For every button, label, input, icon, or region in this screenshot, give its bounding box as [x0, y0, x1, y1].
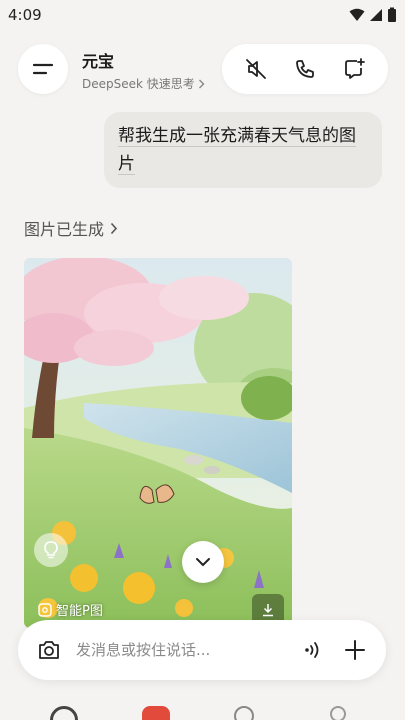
message-input[interactable] [76, 641, 296, 659]
new-chat-icon [344, 58, 365, 79]
chevron-down-icon [196, 558, 210, 567]
bottom-nav [0, 700, 405, 720]
phone-icon [296, 60, 314, 78]
message-composer [18, 620, 386, 680]
chat-header: 元宝 DeepSeek 快速思考 [0, 40, 405, 100]
status-bar: 4:09 [0, 0, 405, 30]
voice-button[interactable] [296, 633, 330, 667]
title-block[interactable]: 元宝 DeepSeek 快速思考 [82, 48, 205, 92]
image-generated-label: 图片已生成 [24, 220, 105, 239]
nav-item-home[interactable] [50, 706, 78, 720]
call-button[interactable] [288, 52, 322, 86]
nav-item-active[interactable] [142, 706, 170, 720]
camera-icon [39, 641, 59, 659]
spring-scene-illustration [24, 258, 292, 628]
user-message-text: 帮我生成一张充满春天气息的图片 [118, 126, 356, 174]
nav-item-explore[interactable] [234, 706, 254, 720]
smart-edit-badge[interactable]: 智能P图 [38, 600, 103, 619]
camera-button[interactable] [32, 633, 66, 667]
generated-image[interactable]: 智能P图 [24, 258, 292, 628]
chevron-right-icon [110, 222, 118, 234]
menu-button[interactable] [18, 44, 68, 94]
model-label: DeepSeek 快速思考 [82, 77, 195, 91]
app-title: 元宝 [82, 52, 115, 71]
status-icons [349, 7, 397, 23]
lightbulb-icon [44, 541, 58, 559]
user-message-bubble[interactable]: 帮我生成一张充满春天气息的图片 [104, 112, 382, 188]
header-actions [222, 44, 388, 94]
status-time: 4:09 [8, 6, 42, 24]
add-button[interactable] [338, 633, 372, 667]
smart-edit-icon [38, 602, 52, 617]
new-chat-button[interactable] [337, 52, 371, 86]
smart-edit-label: 智能P图 [56, 604, 103, 619]
battery-icon [388, 7, 396, 22]
image-generated-link[interactable]: 图片已生成 [24, 216, 118, 240]
wifi-icon [349, 8, 365, 21]
download-icon [263, 604, 273, 617]
mute-button[interactable] [239, 52, 273, 86]
chevron-right-icon [198, 79, 205, 88]
nav-item-profile[interactable] [330, 706, 346, 720]
menu-icon [32, 63, 54, 75]
scroll-to-bottom-button[interactable] [182, 541, 224, 583]
idea-button[interactable] [34, 533, 68, 567]
plus-icon [345, 640, 365, 660]
speaker-muted-icon [246, 59, 267, 79]
voice-wave-icon [305, 642, 319, 658]
model-selector[interactable]: DeepSeek 快速思考 [82, 75, 205, 92]
signal-icon [370, 9, 382, 21]
